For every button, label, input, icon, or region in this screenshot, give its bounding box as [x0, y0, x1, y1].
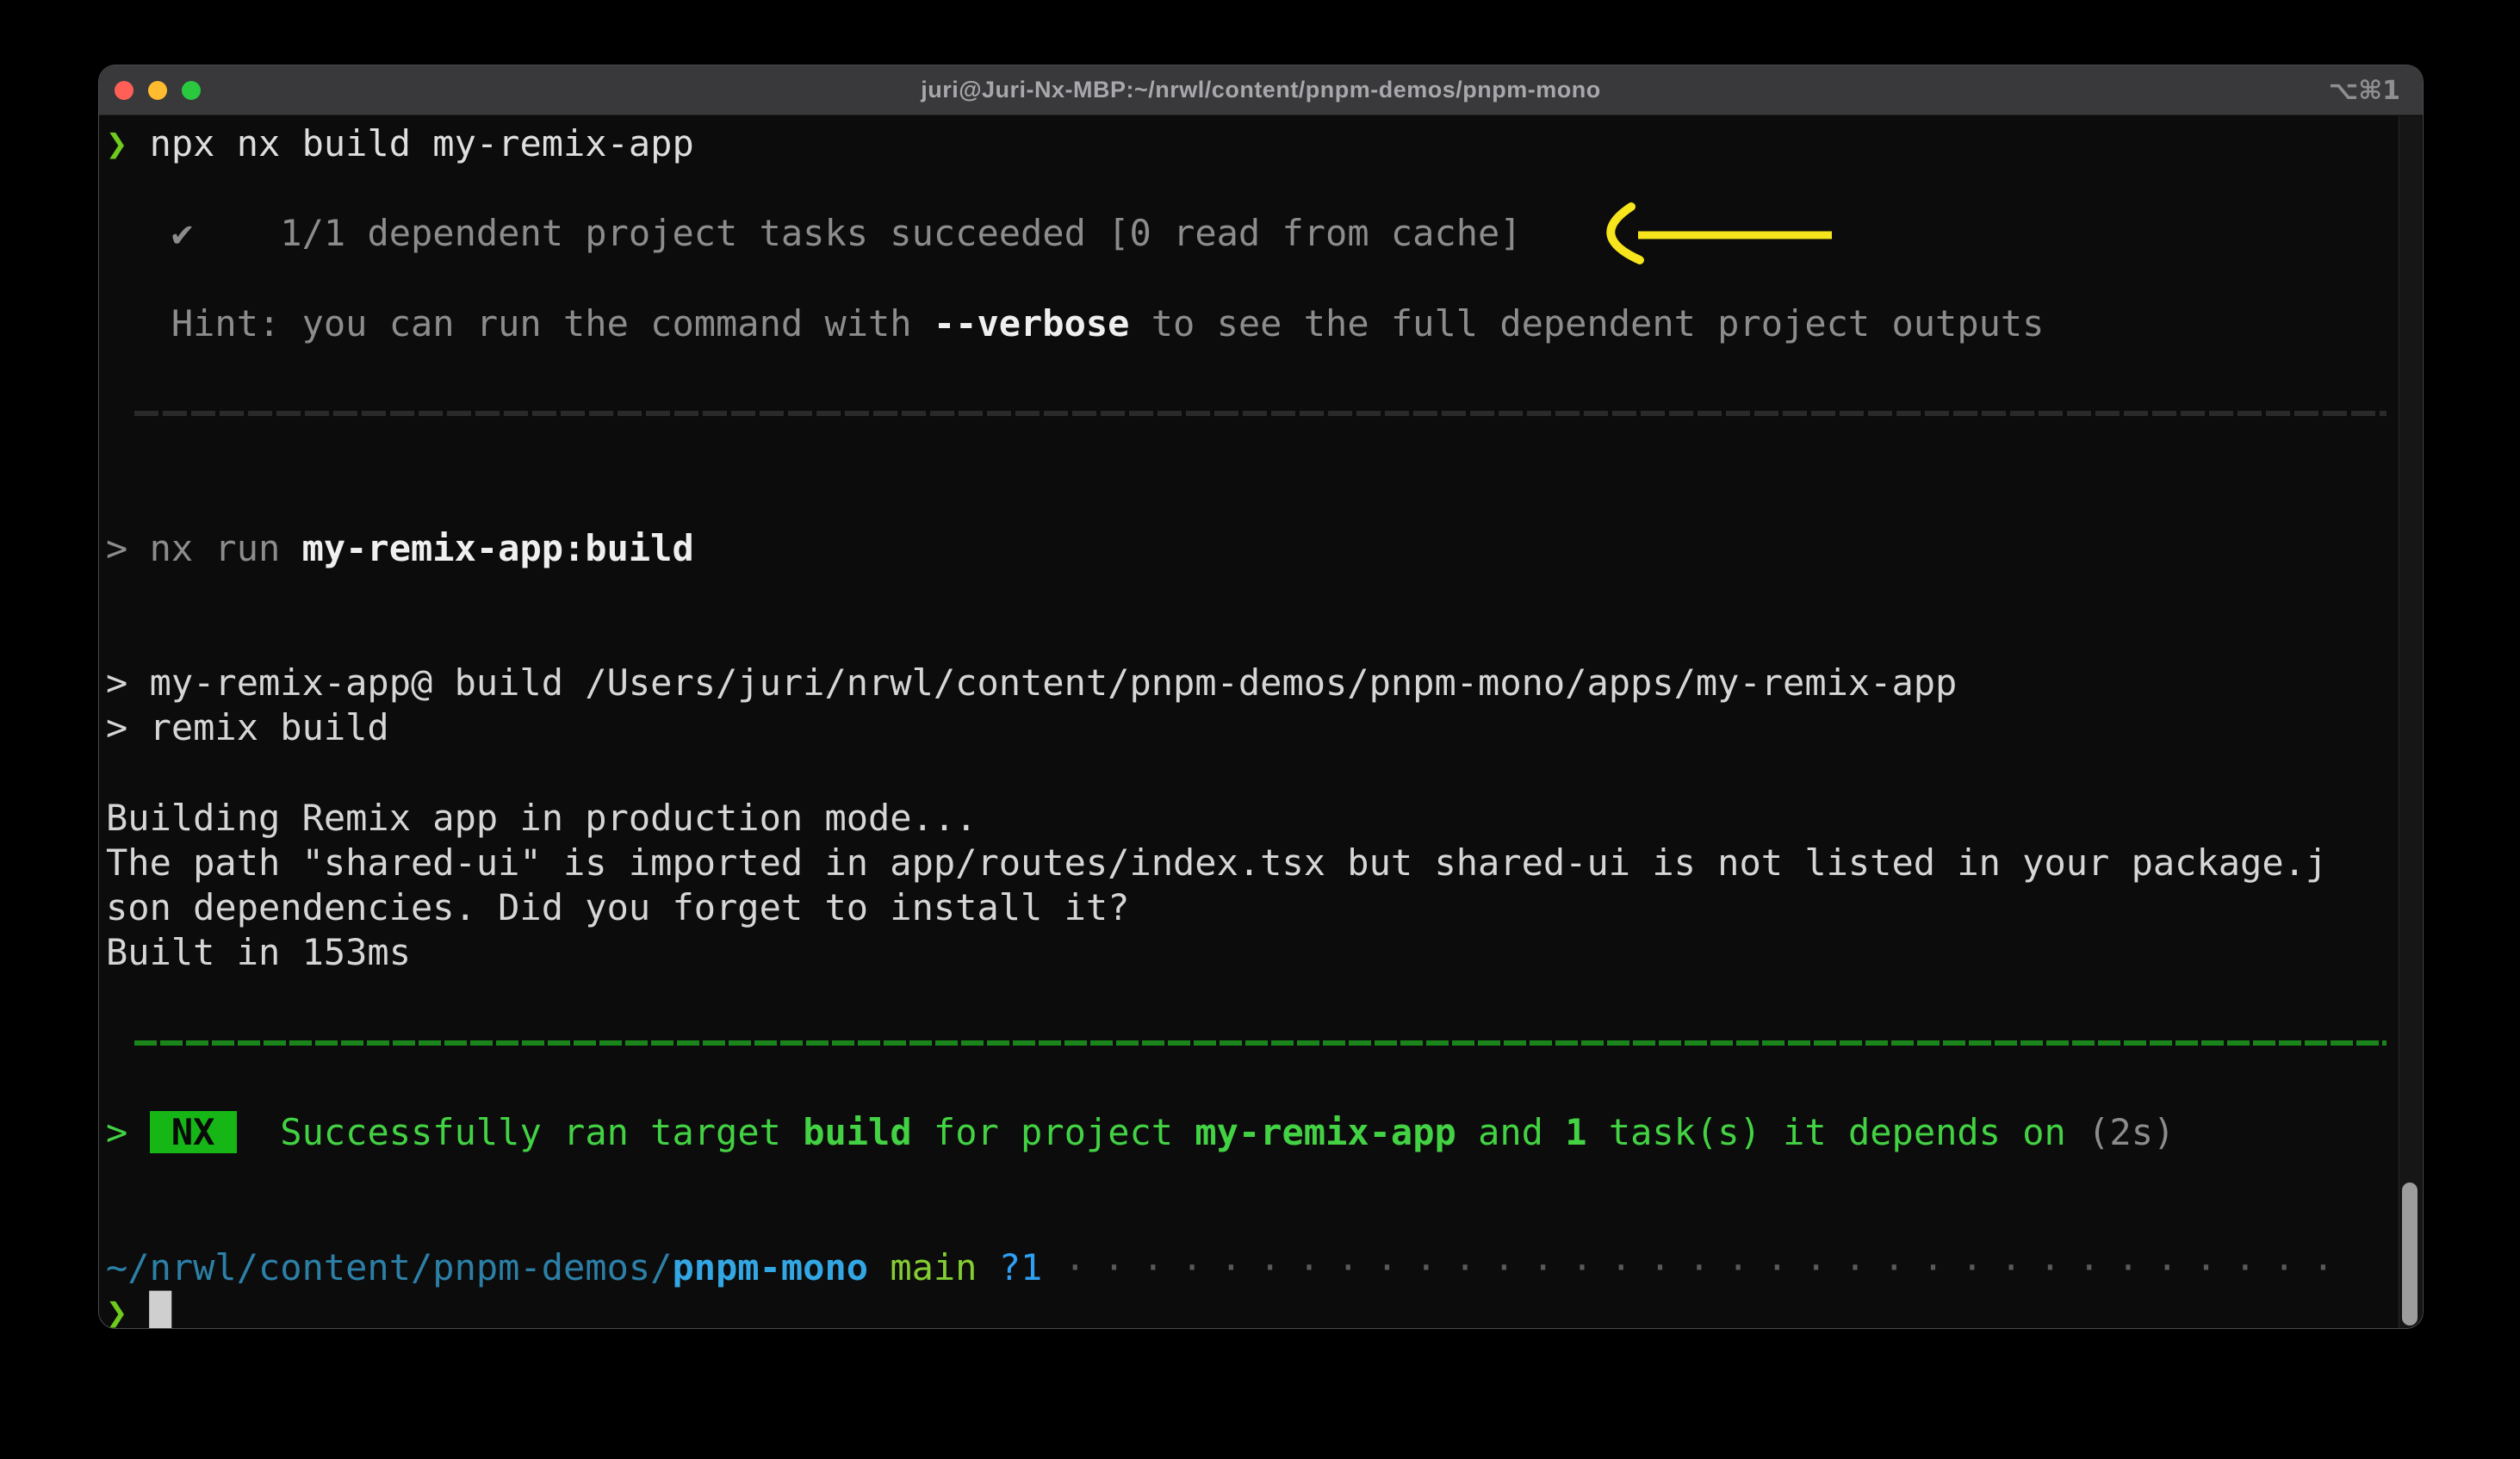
- blank-line: [106, 346, 2397, 391]
- built-time-text: Built in 153ms: [106, 931, 411, 973]
- terminal-output[interactable]: ❯ npx nx build my-remix-app ✔ 1/1 depend…: [99, 115, 2423, 1329]
- window-title: juri@Juri-Nx-MBP:~/nrwl/content/pnpm-dem…: [99, 77, 2423, 103]
- prompt-chevron: ❯: [106, 1291, 150, 1329]
- success-project: my-remix-app: [1195, 1111, 1456, 1153]
- command-line: ❯ npx nx build my-remix-app: [106, 121, 2397, 166]
- blank-line: [106, 616, 2397, 661]
- terminal-window: juri@Juri-Nx-MBP:~/nrwl/content/pnpm-dem…: [98, 65, 2424, 1329]
- cwd-dir: pnpm-mono: [672, 1246, 868, 1288]
- prompt-dots: ·································: [1064, 1246, 2351, 1288]
- success-task-count: 1: [1565, 1111, 1586, 1153]
- warning-text-1: The path "shared-ui" is imported in app/…: [106, 841, 2327, 884]
- blank-line: [106, 1201, 2397, 1245]
- git-branch: main: [868, 1246, 977, 1288]
- nx-success-line: > NX Successfully ran target build for p…: [106, 1110, 2397, 1155]
- warning-line-2: son dependencies. Did you forget to inst…: [106, 885, 2397, 930]
- pkg-script-line: > my-remix-app@ build /Users/juri/nrwl/c…: [106, 661, 2397, 705]
- separator-line: [106, 1021, 2397, 1065]
- remix-build-line: > remix build: [106, 705, 2397, 750]
- blank-line: [106, 481, 2397, 526]
- prompt-input-line: ❯ █: [106, 1290, 2397, 1329]
- separator-line: [106, 391, 2397, 436]
- command-text: npx nx build my-remix-app: [150, 122, 694, 165]
- tab-shortcut-label: ⌥⌘1: [2329, 65, 2400, 115]
- cwd-path: ~/nrwl/content/pnpm-demos/: [106, 1246, 672, 1288]
- blank-line: [106, 1065, 2397, 1110]
- hint-text-end: to see the full dependent project output…: [1129, 302, 2044, 345]
- nx-run-line: > nx run my-remix-app:build: [106, 526, 2397, 571]
- blank-line: [106, 751, 2397, 796]
- built-line: Built in 153ms: [106, 930, 2397, 975]
- tasks-succeeded-line: ✔ 1/1 dependent project tasks succeeded …: [106, 211, 2397, 256]
- terminal-cursor: █: [150, 1291, 171, 1329]
- separator-rule: [134, 1040, 2387, 1046]
- blank-line: [106, 976, 2397, 1021]
- blank-line: [106, 571, 2397, 616]
- desktop: juri@Juri-Nx-MBP:~/nrwl/content/pnpm-dem…: [0, 0, 2520, 1459]
- success-text-2: for project: [912, 1111, 1195, 1153]
- scrollbar-thumb[interactable]: [2402, 1183, 2418, 1326]
- blank-line: [106, 1155, 2397, 1200]
- success-duration: (2s): [2088, 1111, 2175, 1153]
- building-line: Building Remix app in production mode...: [106, 796, 2397, 841]
- success-text-4: task(s) it depends on: [1587, 1111, 2089, 1153]
- check-icon: ✔: [106, 212, 280, 254]
- success-text: Successfully ran target: [237, 1111, 803, 1153]
- run-prefix: > nx run: [106, 527, 302, 569]
- git-status: ?1: [977, 1246, 1064, 1288]
- warning-line-1: The path "shared-ui" is imported in app/…: [106, 841, 2397, 885]
- building-text: Building Remix app in production mode...: [106, 797, 977, 839]
- success-target: build: [803, 1111, 911, 1153]
- warning-text-2: son dependencies. Did you forget to inst…: [106, 886, 1129, 928]
- remix-build-text: > remix build: [106, 706, 389, 748]
- scrollbar-track[interactable]: [2399, 116, 2422, 1329]
- pkg-script-text: > my-remix-app@ build /Users/juri/nrwl/c…: [106, 661, 1957, 704]
- blank-line: [106, 257, 2397, 301]
- success-prefix: >: [106, 1111, 150, 1153]
- success-text-3: and: [1456, 1111, 1565, 1153]
- prompt-chevron: ❯: [106, 122, 150, 165]
- hint-line: Hint: you can run the command with --ver…: [106, 301, 2397, 346]
- titlebar[interactable]: juri@Juri-Nx-MBP:~/nrwl/content/pnpm-dem…: [99, 65, 2423, 115]
- prompt-path-line: ~/nrwl/content/pnpm-demos/pnpm-mono main…: [106, 1245, 2397, 1290]
- blank-line: [106, 436, 2397, 481]
- run-target: my-remix-app:build: [302, 527, 694, 569]
- verbose-flag: --verbose: [934, 302, 1130, 345]
- separator-rule: [134, 411, 2387, 416]
- nx-badge: NX: [150, 1111, 237, 1153]
- hint-text: Hint: you can run the command with: [106, 302, 934, 345]
- blank-line: [106, 166, 2397, 211]
- tasks-succeeded-text: 1/1 dependent project tasks succeeded [0…: [280, 212, 1521, 254]
